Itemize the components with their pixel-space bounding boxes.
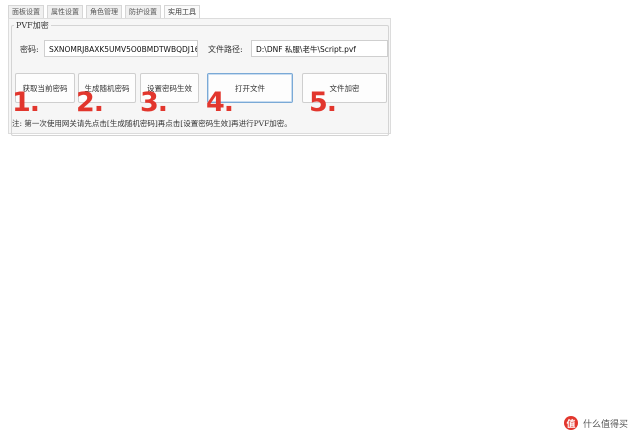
- tab-attribute-settings[interactable]: 属性设置: [47, 5, 83, 18]
- password-input[interactable]: SXNOMRJ8AXK5UMV5O0BMDTWBQDJ16N: [44, 40, 198, 57]
- watermark-text: 什么值得买: [582, 419, 628, 430]
- file-path-input[interactable]: D:\DNF 私服\老牛\Script.pvf: [251, 40, 388, 57]
- usage-note: 注: 第一次使用网关请先点击[生成随机密码]再点击[设置密码生效]再进行PVF加…: [12, 119, 292, 128]
- step-number-5: 5.: [309, 87, 337, 118]
- group-title: PVF加密: [14, 20, 51, 31]
- watermark: 值 什么值得买: [563, 416, 628, 430]
- file-path-label: 文件路径:: [208, 45, 243, 54]
- step-number-3: 3.: [140, 87, 168, 118]
- tab-protection-settings[interactable]: 防护设置: [125, 5, 161, 18]
- tab-panel-settings[interactable]: 面板设置: [8, 5, 44, 18]
- password-label: 密码:: [20, 45, 39, 54]
- step-number-1: 1.: [12, 87, 40, 118]
- tab-role-management[interactable]: 角色管理: [86, 5, 122, 18]
- tab-utility-tools[interactable]: 实用工具: [164, 5, 200, 18]
- tab-bar: 面板设置 属性设置 角色管理 防护设置 实用工具: [8, 4, 200, 18]
- step-number-2: 2.: [76, 87, 104, 118]
- step-number-4: 4.: [206, 87, 234, 118]
- watermark-logo-icon: 值: [563, 416, 578, 430]
